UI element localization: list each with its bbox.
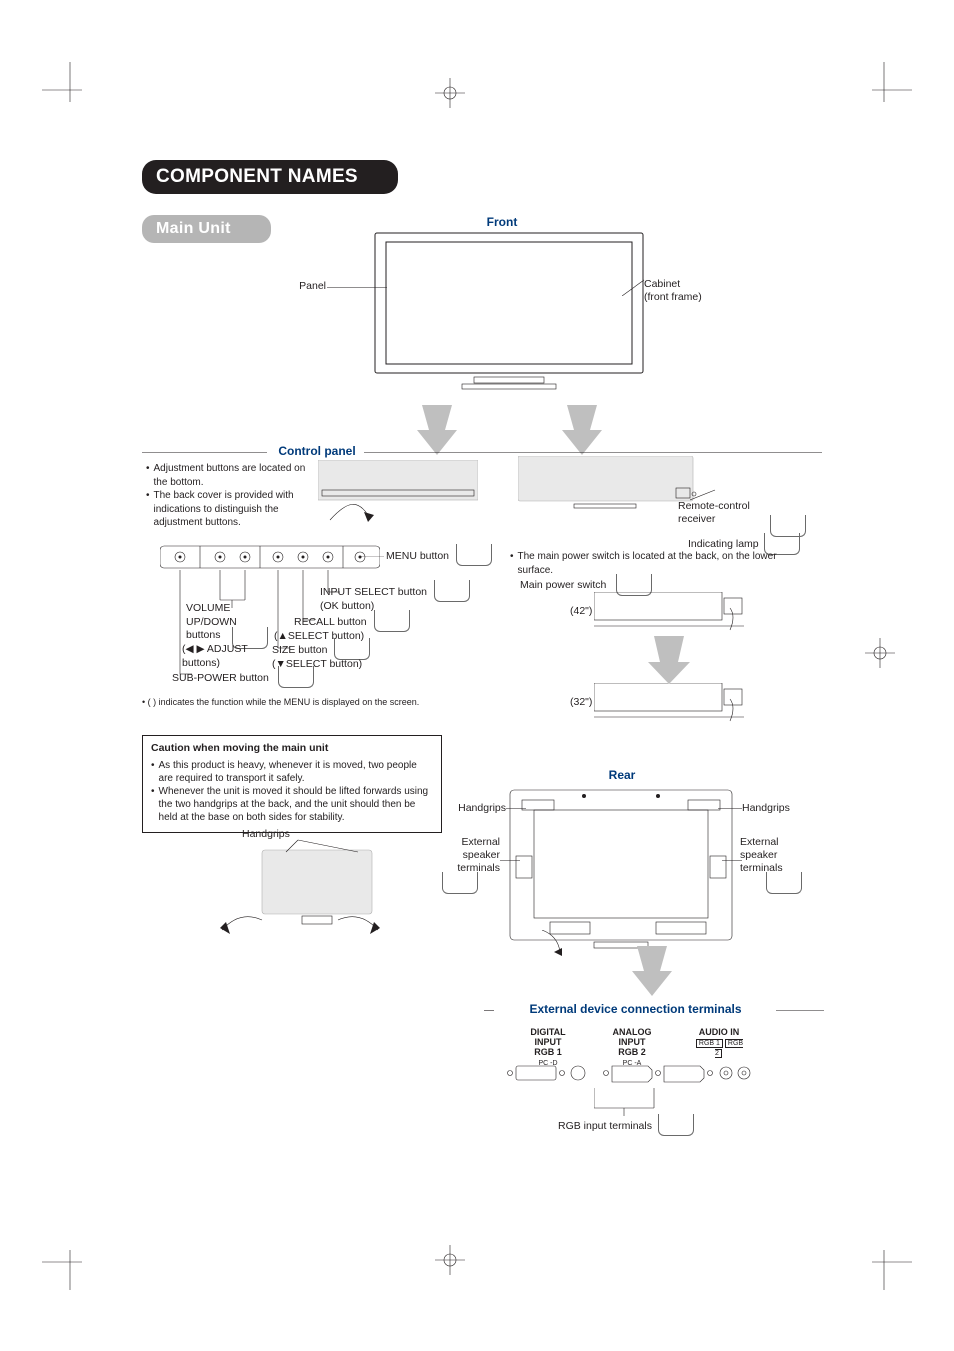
rgb-input-label: RGB input terminals: [558, 1120, 652, 1132]
caution-title: Caution when moving the main unit: [151, 742, 433, 756]
back-panel-32-diagram: [594, 683, 744, 725]
panel-label: Panel: [276, 280, 326, 292]
size-button-label: SIZE button: [272, 644, 327, 656]
rgb-leader: [594, 1088, 664, 1118]
recall-button-label: RECALL button: [294, 616, 367, 628]
size-42-label: (42"): [570, 605, 592, 617]
reference-box: [442, 872, 478, 894]
audio-in-label: AUDIO IN RGB 1RGB 2: [690, 1028, 748, 1058]
front-heading: Front: [462, 215, 542, 229]
ext-speaker-left-label: External speaker terminals: [430, 836, 500, 875]
adjust-buttons-label: (◀ ▶ ADJUST buttons): [182, 643, 248, 670]
size-32-label: (32"): [570, 696, 592, 708]
reference-box: [766, 872, 802, 894]
indicating-lamp-label: Indicating lamp: [688, 538, 759, 550]
reference-box: [374, 610, 410, 632]
input-select-label: INPUT SELECT button: [320, 586, 427, 600]
arrow-down-icon: [417, 405, 457, 455]
arrow-down-icon: [594, 636, 744, 686]
menu-button-label: MENU button: [386, 550, 449, 562]
main-power-switch-label: Main power switch: [520, 579, 606, 591]
reference-box: [278, 666, 314, 688]
caution-box: Caution when moving the main unit •As th…: [142, 735, 442, 833]
arrow-down-icon: [562, 405, 602, 455]
reference-box: [334, 638, 370, 660]
lifting-diagram: [202, 830, 402, 960]
rear-heading: Rear: [592, 768, 652, 782]
ext-speaker-right-label: External speaker terminals: [740, 836, 810, 875]
remote-receiver-label: Remote-control receiver: [678, 500, 773, 526]
control-panel-heading: Control panel: [267, 444, 367, 458]
control-panel-notes: •Adjustment buttons are located on the b…: [146, 462, 316, 530]
back-panel-42-diagram: [594, 592, 744, 634]
connector-row: [504, 1060, 754, 1090]
arrow-down-icon: [632, 946, 672, 996]
sub-power-label: SUB-POWER button: [172, 672, 269, 684]
main-unit-heading: Main Unit: [142, 215, 271, 243]
control-panel-corner-diagram: [318, 460, 478, 530]
paren-note: • ( ) indicates the function while the M…: [142, 697, 497, 708]
ok-button-label: (OK button): [320, 600, 374, 612]
reference-box: [456, 544, 492, 566]
ext-terminals-heading: External device connection terminals: [498, 1002, 773, 1016]
reference-box: [434, 580, 470, 602]
handgrip-right-label: Handgrips: [742, 802, 790, 814]
arrow-curved-icon: [540, 930, 562, 956]
main-power-note: •The main power switch is located at the…: [510, 550, 785, 577]
front-diagram: [374, 232, 644, 402]
section-title: COMPONENT NAMES: [142, 160, 398, 194]
reference-box: [658, 1114, 694, 1136]
cabinet-label: Cabinet (front frame): [644, 278, 734, 304]
handgrip-left-label: Handgrips: [454, 802, 506, 814]
